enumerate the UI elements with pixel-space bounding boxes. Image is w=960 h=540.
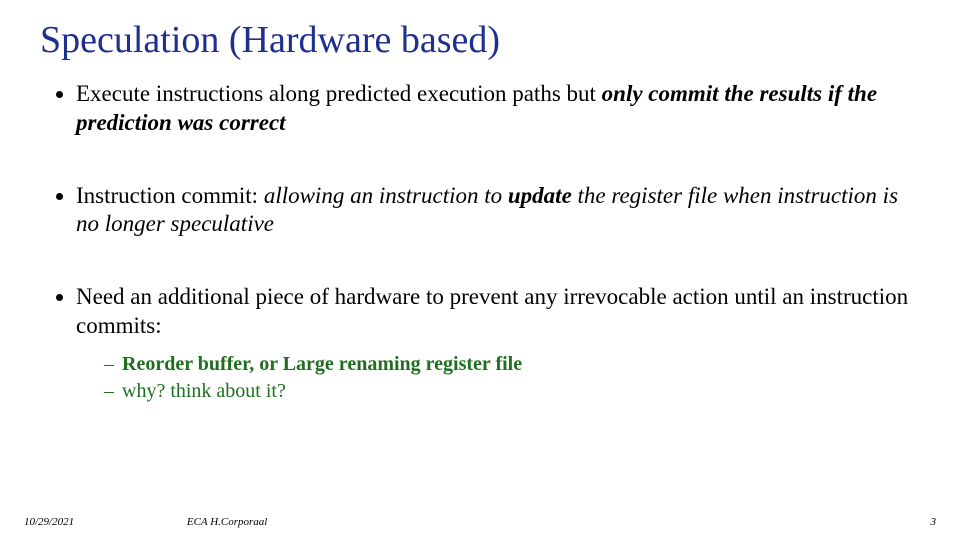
bullet-2-bold: update xyxy=(508,183,572,208)
bullet-list: Execute instructions along predicted exe… xyxy=(40,80,920,405)
slide: Speculation (Hardware based) Execute ins… xyxy=(0,0,960,540)
bullet-3-text: Need an additional piece of hardware to … xyxy=(76,284,908,338)
page-number: 3 xyxy=(931,516,937,528)
bullet-2-it1: allowing an instruction to xyxy=(264,183,508,208)
bullet-2-pre: Instruction commit: xyxy=(76,183,264,208)
bullet-1: Execute instructions along predicted exe… xyxy=(76,80,920,138)
sub-list: Reorder buffer, or Large renaming regist… xyxy=(76,351,920,405)
bullet-1-text: Execute instructions along predicted exe… xyxy=(76,81,602,106)
footer-source: ECA H.Corporaal xyxy=(187,516,267,528)
sub-2-text: why? think about it? xyxy=(122,380,286,402)
sub-2: why? think about it? xyxy=(104,378,920,405)
sub-1: Reorder buffer, or Large renaming regist… xyxy=(104,351,920,378)
slide-title: Speculation (Hardware based) xyxy=(40,18,920,62)
footer: 10/29/2021 ECA H.Corporaal 3 xyxy=(24,516,936,528)
sub-1-text: Reorder buffer, or Large renaming regist… xyxy=(122,353,522,375)
footer-date: 10/29/2021 xyxy=(24,516,74,528)
bullet-2: Instruction commit: allowing an instruct… xyxy=(76,182,920,240)
bullet-3: Need an additional piece of hardware to … xyxy=(76,283,920,405)
